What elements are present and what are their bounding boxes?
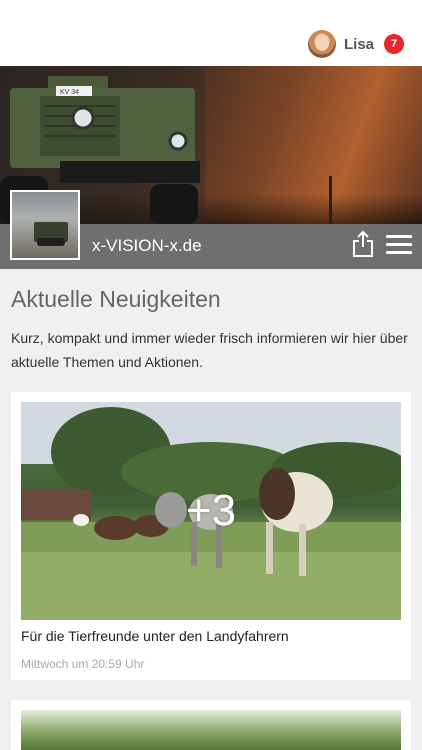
page-title: Aktuelle Neuigkeiten <box>11 286 221 312</box>
intro-text: Kurz, kompakt und immer wieder frisch in… <box>11 330 408 370</box>
news-card-image[interactable]: +3 <box>21 402 401 620</box>
news-card-timestamp: Mittwoch um 20:59 Uhr <box>21 657 145 671</box>
menu-line <box>386 243 412 246</box>
top-bar: Lisa 7 <box>0 0 422 66</box>
news-card[interactable] <box>11 700 411 750</box>
hamburger-menu-icon[interactable] <box>386 235 412 257</box>
share-icon[interactable] <box>352 230 374 258</box>
site-title: x-VISION-x.de <box>92 236 202 255</box>
menu-line <box>386 235 412 238</box>
mini-truck-image <box>34 222 68 246</box>
news-card-image[interactable] <box>21 710 401 750</box>
lamp-pole <box>329 176 332 224</box>
license-plate: KV 34 <box>60 89 79 96</box>
news-card-caption[interactable]: Für die Tierfreunde unter den Landyfahre… <box>21 628 289 644</box>
user-profile[interactable]: Lisa 7 <box>307 30 404 58</box>
more-images-counter[interactable]: +3 <box>21 402 401 620</box>
avatar[interactable] <box>307 30 336 58</box>
notification-badge[interactable]: 7 <box>384 34 404 54</box>
site-logo-thumbnail[interactable] <box>10 190 80 260</box>
news-card[interactable]: +3 Für die Tierfreunde unter den Landyfa… <box>11 392 411 680</box>
username[interactable]: Lisa <box>344 36 374 53</box>
menu-line <box>386 251 412 254</box>
